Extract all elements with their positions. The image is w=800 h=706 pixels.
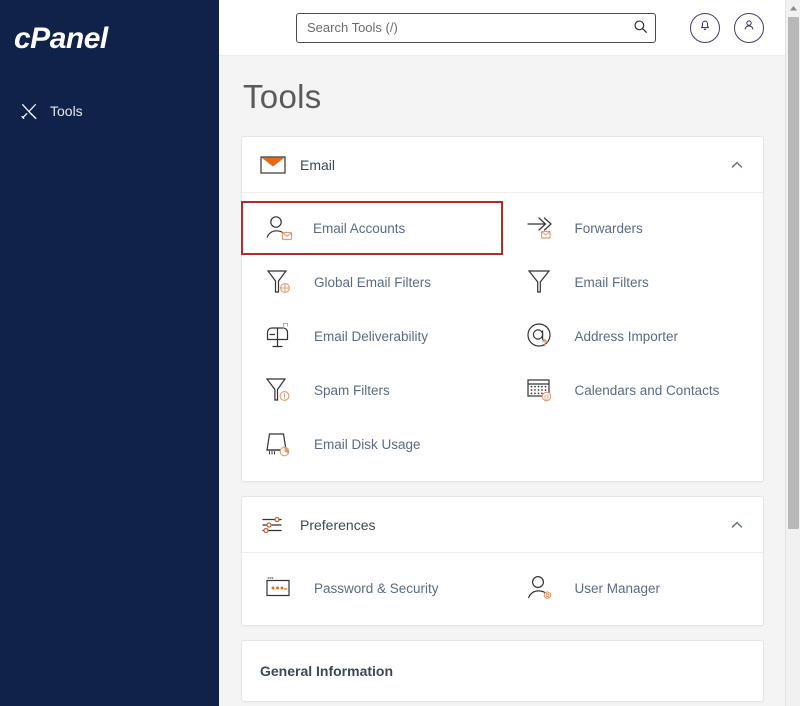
sidebar: cPanel Tools [0, 0, 219, 706]
scrollbar-thumb[interactable] [788, 17, 799, 529]
content-area: Tools Email Email Accounts Forwarders Gl… [219, 56, 800, 706]
tile-label: User Manager [574, 580, 661, 596]
tile-email-deliverability[interactable]: Email Deliverability [242, 309, 503, 363]
page-title: Tools [243, 78, 322, 115]
funnel-icon [521, 263, 561, 301]
funnel-alert-icon [260, 371, 300, 409]
password-field-icon [260, 569, 300, 607]
user-envelope-icon [259, 209, 299, 247]
tools-icon [20, 102, 38, 120]
search-button[interactable] [625, 14, 655, 42]
tile-grid-email: Email Accounts Forwarders Global Email F… [241, 193, 764, 481]
section-title: Preferences [300, 516, 376, 533]
sidebar-item-label: Tools [50, 103, 83, 119]
tile-email-disk-usage[interactable]: Email Disk Usage [242, 417, 503, 471]
section-card-general-information[interactable]: General Information [241, 640, 764, 702]
tile-label: Password & Security [314, 580, 439, 596]
user-badge-icon [521, 569, 561, 607]
tile-global-email-filters[interactable]: Global Email Filters [242, 255, 503, 309]
cpanel-logo[interactable]: cPanel [0, 0, 219, 54]
arrow-forward-icon [521, 209, 561, 247]
section-card-preferences: Preferences Password & Security User Man… [241, 496, 764, 626]
tile-forwarders[interactable]: Forwarders [503, 201, 764, 255]
search-box [296, 12, 656, 43]
disk-pie-icon [260, 425, 300, 463]
search-icon [633, 19, 648, 37]
section-header-email[interactable]: Email [242, 137, 763, 193]
tile-label: Email Accounts [313, 220, 406, 236]
caret-up-icon[interactable] [786, 0, 800, 16]
chevron-up-icon[interactable] [729, 157, 745, 173]
tile-spam-filters[interactable]: Spam Filters [242, 363, 503, 417]
tile-label: Calendars and Contacts [574, 382, 720, 398]
topbar [219, 0, 800, 56]
tile-label: Spam Filters [314, 382, 390, 398]
bell-icon [698, 18, 712, 37]
account-button[interactable] [734, 12, 764, 43]
tile-password-and-security[interactable]: Password & Security [242, 561, 503, 615]
section-title: Email [300, 156, 336, 173]
svg-text:@: @ [543, 395, 549, 401]
sidebar-item-tools[interactable]: Tools [0, 94, 219, 128]
funnel-globe-icon [260, 263, 300, 301]
tile-email-accounts[interactable]: Email Accounts [241, 201, 503, 255]
sliders-icon [258, 514, 288, 536]
main-region: Tools Email [219, 0, 800, 706]
tile-grid-preferences: Password & Security User Manager [242, 553, 763, 625]
tile-label: Global Email Filters [314, 274, 432, 290]
tile-address-importer[interactable]: Address Importer [503, 309, 764, 363]
chevron-up-icon[interactable] [729, 517, 745, 533]
tile-user-manager[interactable]: User Manager [503, 561, 764, 615]
at-circle-icon [521, 317, 561, 355]
cpanel-app: cPanel Tools Search Tools (/) Tools Emai… [0, 0, 800, 706]
tile-label: Email Deliverability [314, 328, 429, 344]
section-header-preferences[interactable]: Preferences [242, 497, 763, 553]
tile-label: Email Disk Usage [314, 436, 421, 452]
page-scrollbar[interactable] [785, 0, 800, 706]
section-title: General Information [260, 663, 394, 679]
envelope-icon [258, 155, 288, 175]
tile-calendars-and-contacts[interactable]: @ Calendars and Contacts [503, 363, 764, 417]
user-icon [742, 18, 756, 37]
calendar-at-icon: @ [521, 371, 561, 409]
search-input[interactable] [296, 12, 656, 43]
tile-label: Forwarders [574, 220, 643, 236]
notifications-button[interactable] [690, 12, 720, 43]
mailbox-icon [260, 317, 300, 355]
tile-label: Address Importer [574, 328, 679, 344]
tile-label: Email Filters [574, 274, 649, 290]
section-card-email: Email Email Accounts Forwarders Global E… [241, 136, 764, 482]
tile-email-filters[interactable]: Email Filters [503, 255, 764, 309]
